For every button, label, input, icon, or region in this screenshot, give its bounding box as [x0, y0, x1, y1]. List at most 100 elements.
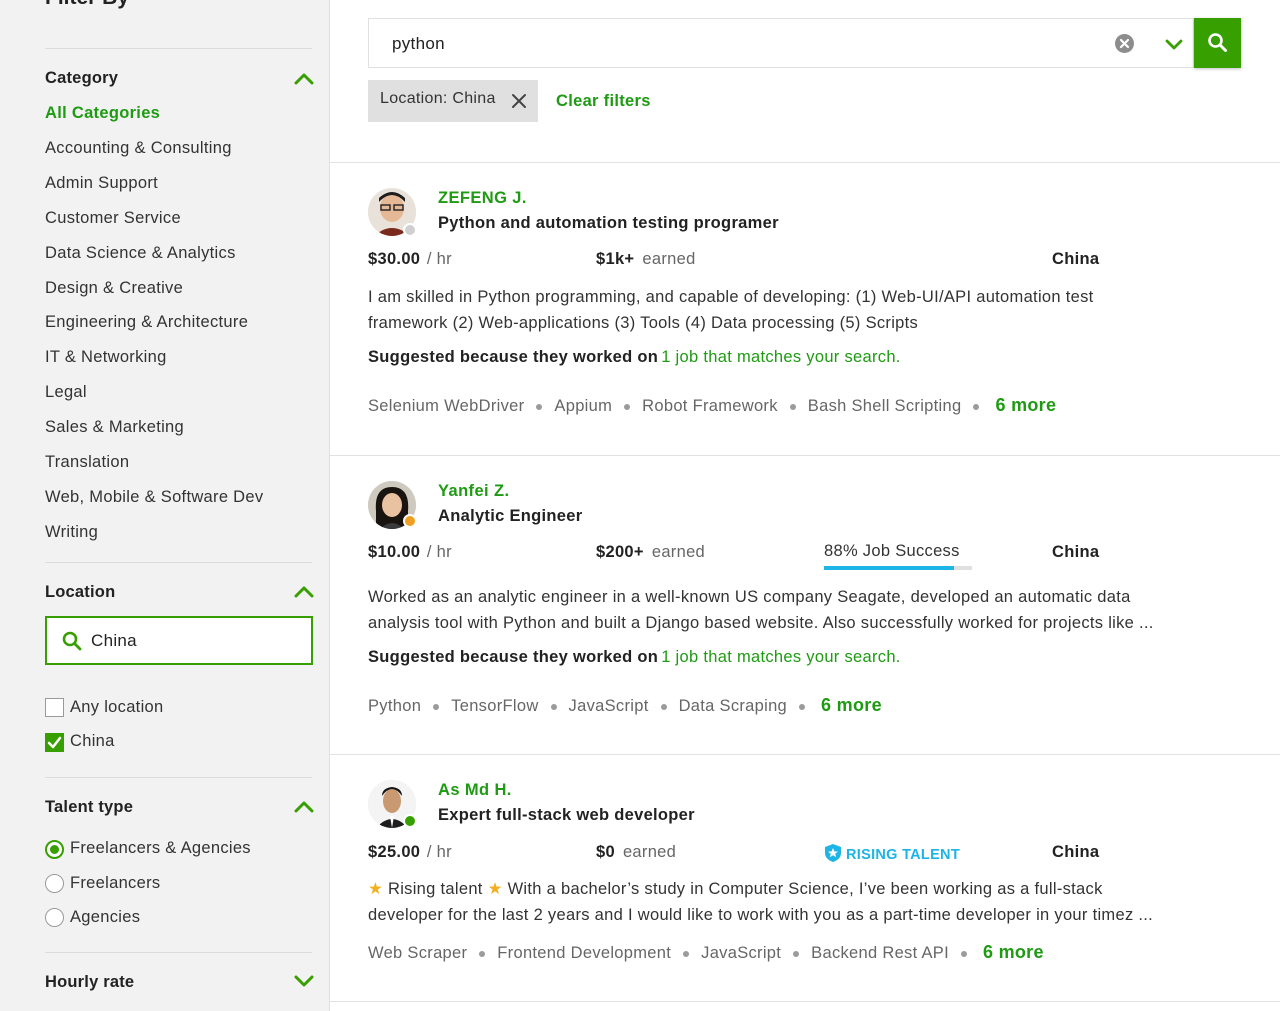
category-item[interactable]: Customer Service: [45, 209, 181, 228]
search-icon: [1208, 33, 1227, 52]
category-item[interactable]: Data Science & Analytics: [45, 244, 236, 263]
more-skills-link[interactable]: 6 more: [995, 395, 1056, 415]
skill-tag[interactable]: Python: [368, 697, 421, 715]
skill-tag[interactable]: Selenium WebDriver: [368, 397, 524, 415]
chevron-up-icon[interactable]: [294, 800, 314, 814]
earned-label: earned: [622, 843, 677, 861]
freelancers-radio[interactable]: [45, 874, 64, 893]
earned-label: earned: [642, 250, 696, 268]
chevron-down-icon[interactable]: [294, 974, 314, 988]
matching-job-link[interactable]: 1 job that matches your search.: [661, 348, 901, 366]
location-heading[interactable]: Location: [45, 583, 115, 602]
separator-dot: [624, 403, 631, 410]
country: China: [1052, 543, 1100, 561]
skill-list: Web Scraper Frontend Development JavaScrip…: [368, 942, 1044, 963]
category-item[interactable]: IT & Networking: [45, 348, 167, 367]
skill-tag[interactable]: Web Scraper: [368, 944, 467, 962]
skill-list: Selenium WebDriver Appium Robot Framework B…: [368, 395, 1056, 416]
chevron-down-icon[interactable]: [1165, 38, 1183, 56]
search-button[interactable]: [1194, 18, 1241, 68]
separator-dot: [793, 950, 800, 957]
category-item[interactable]: Engineering & Architecture: [45, 313, 248, 332]
rate-unit: / hr: [426, 843, 452, 861]
rising-talent-badge[interactable]: RISING TALENT: [824, 843, 960, 863]
category-item[interactable]: Accounting & Consulting: [45, 139, 232, 158]
skill-tag[interactable]: TensorFlow: [451, 697, 538, 715]
skill-tag[interactable]: Robot Framework: [642, 397, 778, 415]
online-status-icon: [403, 814, 417, 828]
skill-tag[interactable]: Data Scraping: [679, 697, 787, 715]
job-success-score: 88% Job Success: [824, 542, 960, 560]
category-item[interactable]: Sales & Marketing: [45, 418, 184, 437]
matching-job-link[interactable]: 1 job that matches your search.: [661, 648, 901, 666]
category-item[interactable]: Design & Creative: [45, 279, 183, 298]
chevron-up-icon[interactable]: [294, 585, 314, 599]
skill-tag[interactable]: Frontend Development: [497, 944, 671, 962]
freelancers-agencies-radio[interactable]: [45, 840, 64, 859]
more-skills-link[interactable]: 6 more: [983, 942, 1044, 962]
divider: [330, 162, 1280, 163]
hourly-rate-heading[interactable]: Hourly rate: [45, 973, 134, 992]
search-input[interactable]: [392, 31, 1092, 57]
checkmark-icon: [47, 736, 62, 749]
talent-type-heading[interactable]: Talent type: [45, 798, 133, 817]
agencies-radio[interactable]: [45, 908, 64, 927]
more-skills-link[interactable]: 6 more: [821, 695, 882, 715]
any-location-checkbox[interactable]: [45, 698, 64, 717]
freelancer-description: ★ Rising talent ★ With a bachelor’s stud…: [368, 876, 1248, 928]
skill-tag[interactable]: Bash Shell Scripting: [808, 397, 962, 415]
search-icon: [62, 631, 82, 656]
skill-tag[interactable]: JavaScript: [569, 697, 649, 715]
category-item[interactable]: Legal: [45, 383, 87, 402]
freelancer-description: Worked as an analytic engineer in a well…: [368, 584, 1248, 636]
skill-tag[interactable]: Appium: [554, 397, 612, 415]
radio-label: Freelancers & Agencies: [70, 839, 251, 857]
skill-tag[interactable]: Backend Rest API: [811, 944, 949, 962]
separator-dot: [660, 703, 667, 710]
filter-title: Filter By: [45, 0, 129, 10]
clear-search-icon[interactable]: [1115, 34, 1134, 53]
chevron-up-icon[interactable]: [294, 72, 314, 86]
description-line: developer for the last 2 years and I wou…: [368, 906, 1154, 924]
category-item[interactable]: Admin Support: [45, 174, 158, 193]
country: China: [1052, 843, 1100, 861]
close-icon[interactable]: [510, 92, 528, 110]
shield-star-icon: [825, 844, 841, 862]
earnings: $200+ earned: [596, 543, 705, 562]
rate-value: $10.00: [368, 543, 421, 561]
freelancer-name[interactable]: Yanfei Z.: [438, 482, 509, 501]
earned-amount: $1k+: [596, 250, 635, 268]
separator-dot: [789, 403, 796, 410]
category-item[interactable]: Translation: [45, 453, 129, 472]
earnings: $0 earned: [596, 843, 676, 862]
location-filter-chip: Location: China: [368, 80, 538, 122]
location-search-field[interactable]: [45, 616, 313, 665]
offline-status-icon: [403, 223, 417, 237]
checkbox-label: China: [70, 732, 115, 750]
job-success-fill: [824, 566, 955, 570]
description-line: ★ Rising talent ★ With a bachelor’s stud…: [368, 876, 1248, 902]
separator-dot: [479, 950, 486, 957]
hourly-rate: $30.00 / hr: [368, 250, 452, 269]
freelancer-name[interactable]: ZEFENG J.: [438, 189, 527, 208]
description-line: analysis tool with Python and built a Dj…: [368, 614, 1154, 632]
description-line: framework (2) Web-applications (3) Tools…: [368, 314, 919, 332]
earnings: $1k+ earned: [596, 250, 696, 269]
freelancer-name[interactable]: As Md H.: [438, 781, 512, 800]
chip-label: Location: China: [380, 90, 496, 107]
earned-amount: $200+: [596, 543, 644, 561]
star-icon: ★: [368, 880, 384, 898]
clear-filters-link[interactable]: Clear filters: [556, 92, 651, 111]
divider: [330, 754, 1280, 755]
category-item[interactable]: Writing: [45, 523, 98, 542]
skill-tag[interactable]: JavaScript: [701, 944, 781, 962]
category-heading[interactable]: Category: [45, 69, 118, 88]
description-line: I am skilled in Python programming, and …: [368, 288, 1094, 306]
china-checkbox[interactable]: [45, 733, 64, 752]
description-text: With a bachelor’s study in Computer Scie…: [507, 880, 1103, 898]
category-item[interactable]: Web, Mobile & Software Dev: [45, 488, 263, 507]
earned-label: earned: [651, 543, 706, 561]
search-bar[interactable]: [368, 18, 1194, 68]
location-input[interactable]: [91, 628, 301, 654]
category-all[interactable]: All Categories: [45, 104, 160, 123]
